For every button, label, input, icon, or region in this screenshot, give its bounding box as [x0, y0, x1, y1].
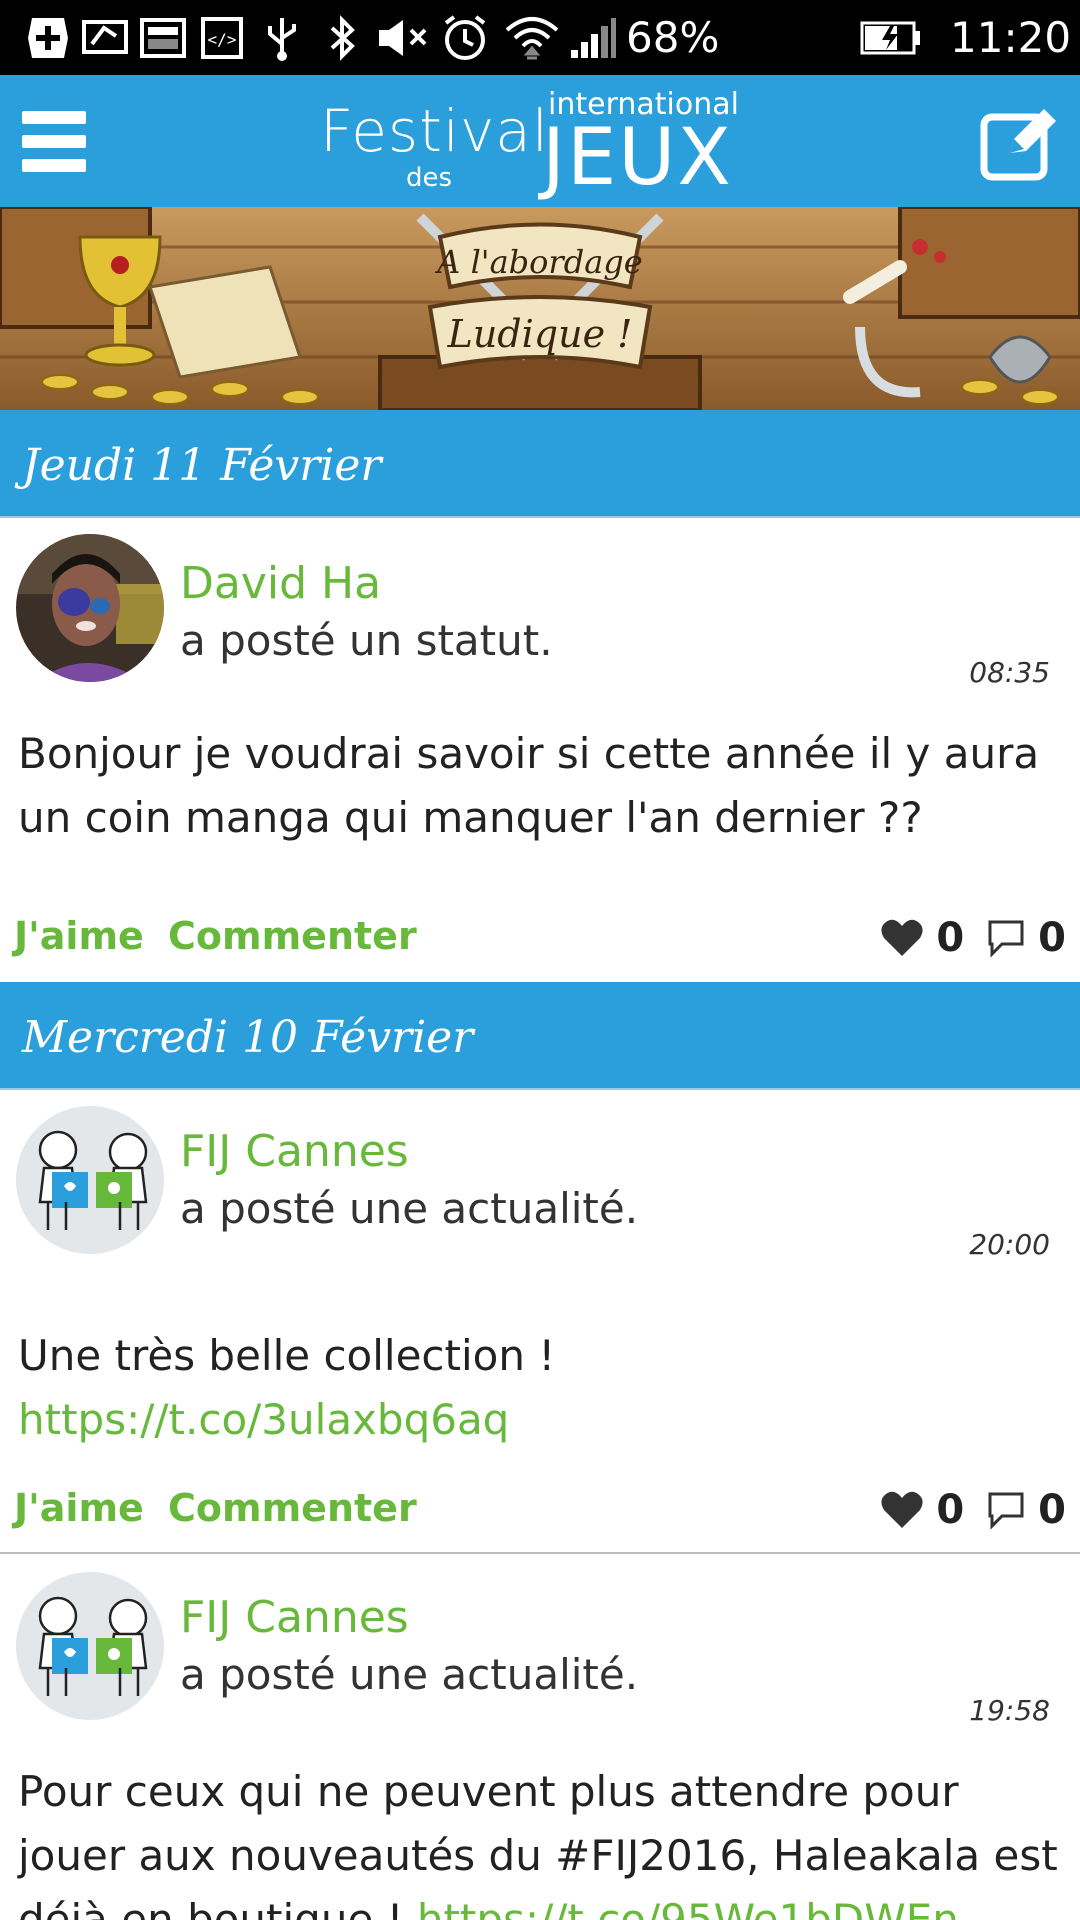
post-author[interactable]: FIJ Cannes [180, 1592, 409, 1643]
logo-jeux: JEUX [542, 113, 733, 203]
logo-festival: Festival [320, 97, 549, 165]
like-count: 0 [936, 1487, 965, 1533]
battery-percent: 68% [626, 13, 720, 62]
code-icon: </> [198, 14, 246, 62]
feed-post[interactable]: FIJ Cannes a posté une actualité. 19:58 … [0, 1556, 1080, 1920]
post-counts: 0 0 [880, 914, 1066, 962]
compose-icon[interactable] [978, 103, 1058, 183]
feed-post[interactable]: David Ha a posté un statut. 08:35 Bonjou… [0, 520, 1080, 982]
post-author[interactable]: David Ha [180, 558, 381, 609]
avatar[interactable] [16, 1572, 164, 1720]
post-divider [0, 1552, 1080, 1554]
comment-button[interactable]: Commenter [168, 1486, 417, 1530]
like-button[interactable]: J'aime [14, 914, 144, 958]
svg-text:</>: </> [208, 30, 237, 49]
comment-icon [988, 1492, 1024, 1530]
bluetooth-icon [320, 14, 364, 62]
add-icon [22, 14, 74, 62]
festival-logo: Festival des international JEUX [320, 85, 760, 203]
date-header-label: Jeudi 11 Février [22, 440, 382, 491]
post-action: a posté un statut. [180, 616, 553, 665]
battery-charging-icon [860, 14, 922, 62]
avatar[interactable] [16, 534, 164, 682]
post-content: Bonjour je voudrai savoir si cette année… [18, 722, 1058, 850]
post-time: 20:00 [969, 1228, 1050, 1261]
like-count: 0 [936, 915, 965, 961]
post-text: Bonjour je voudrai savoir si cette année… [18, 729, 1040, 842]
comment-icon [988, 920, 1024, 958]
heart-icon [881, 1491, 923, 1528]
date-header: Jeudi 11 Février [0, 410, 1080, 518]
date-header-label: Mercredi 10 Février [22, 1012, 474, 1063]
event-banner: A l'abordage Ludique ! [0, 207, 1080, 410]
post-counts: 0 0 [880, 1486, 1066, 1534]
comment-button[interactable]: Commenter [168, 914, 417, 958]
post-content: Une très belle collection ! https://t.co… [18, 1324, 898, 1452]
comment-count: 0 [1038, 915, 1066, 961]
heart-icon [881, 919, 923, 956]
post-time: 19:58 [969, 1694, 1050, 1727]
banner-line1: A l'abordage [434, 243, 642, 281]
alarm-icon [438, 14, 492, 62]
date-header: Mercredi 10 Février [0, 982, 1080, 1090]
like-button[interactable]: J'aime [14, 1486, 144, 1530]
avatar[interactable] [16, 1106, 164, 1254]
post-time: 08:35 [969, 656, 1050, 689]
hamburger-menu-icon[interactable] [22, 107, 86, 175]
clock: 11:20 [950, 13, 1072, 62]
chat-icon [80, 14, 130, 62]
post-action: a posté une actualité. [180, 1184, 639, 1233]
app-bar: Festival des international JEUX [0, 75, 1080, 207]
usb-icon [258, 14, 306, 62]
post-content: Pour ceux qui ne peuvent plus attendre p… [18, 1760, 1058, 1920]
signal-icon [568, 14, 618, 62]
comment-count: 0 [1038, 1487, 1066, 1533]
wifi-icon [502, 14, 562, 62]
post-link[interactable]: https://t.co/3ulaxbq6aq [18, 1395, 509, 1444]
post-action: a posté une actualité. [180, 1650, 639, 1699]
image-icon [138, 14, 188, 62]
post-author[interactable]: FIJ Cannes [180, 1126, 409, 1177]
post-link[interactable]: https://t.co/95We1bDWEn [417, 1895, 959, 1920]
post-text: Une très belle collection ! [18, 1331, 556, 1380]
banner-line2: Ludique ! [447, 312, 633, 356]
mute-icon [374, 14, 430, 62]
status-bar: </> 68% 11:20 [0, 0, 1080, 75]
feed-post[interactable]: FIJ Cannes a posté une actualité. 20:00 … [0, 1092, 1080, 1554]
logo-des: des [406, 163, 453, 193]
